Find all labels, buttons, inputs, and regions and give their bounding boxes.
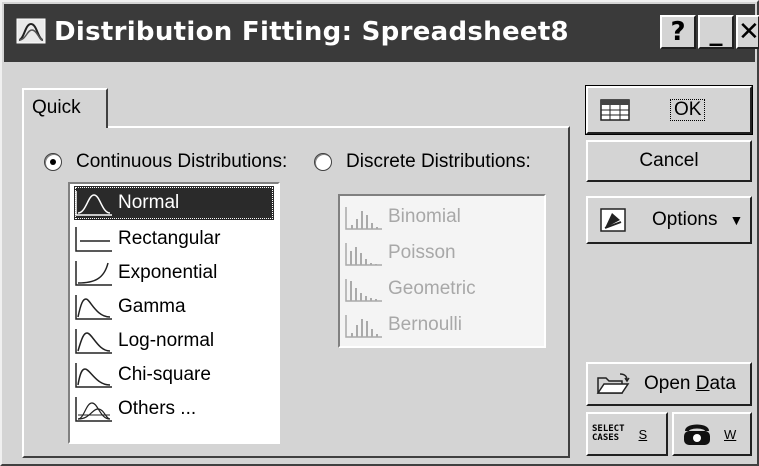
normal-curve-icon <box>75 191 112 216</box>
geometric-bars-icon <box>345 279 382 302</box>
minimize-button[interactable]: _ <box>698 15 734 49</box>
options-button[interactable]: Options ▼ <box>586 196 752 244</box>
others-curves-icon <box>75 397 112 422</box>
open-data-button[interactable]: Open Data <box>586 362 752 406</box>
title-bar[interactable]: Distribution Fitting: Spreadsheet8 ? _ ✕ <box>4 4 759 62</box>
list-item-gamma[interactable]: Gamma <box>74 290 186 324</box>
list-item-log-normal[interactable]: Log-normal <box>74 324 214 358</box>
dropdown-arrow-icon: ▼ <box>729 212 744 228</box>
options-icon <box>600 208 626 232</box>
list-item-label: Log-normal <box>118 330 215 351</box>
lognormal-curve-icon <box>75 329 112 354</box>
radio-indicator[interactable] <box>44 153 62 171</box>
distribution-fitting-icon <box>16 18 46 44</box>
continuous-distributions-radio[interactable]: Continuous Distributions: <box>44 150 287 174</box>
weight-button[interactable]: W <box>672 412 752 456</box>
select-cases-icon: SELECT CASES <box>592 424 625 443</box>
list-item-chi-square[interactable]: Chi-square <box>74 358 211 392</box>
ok-label: OK <box>670 99 706 121</box>
cancel-label: Cancel <box>639 150 699 171</box>
list-item-label: Chi-square <box>118 364 211 385</box>
help-button[interactable]: ? <box>660 15 696 49</box>
list-item-geometric: Geometric <box>344 272 476 306</box>
rectangular-icon <box>75 227 112 252</box>
list-item-label: Normal <box>118 192 180 213</box>
open-folder-icon <box>596 373 630 394</box>
dialog-window: Distribution Fitting: Spreadsheet8 ? _ ✕… <box>0 0 759 466</box>
list-item-binomial: Binomial <box>344 200 461 234</box>
bernoulli-bars-icon <box>345 315 382 338</box>
list-item-label: Geometric <box>388 278 476 299</box>
list-item-label: Others ... <box>118 398 197 419</box>
chisquare-curve-icon <box>75 363 112 388</box>
list-item-label: Gamma <box>118 296 186 317</box>
tab-quick[interactable]: Quick <box>22 88 108 128</box>
continuous-distributions-label: Continuous Distributions: <box>76 151 288 172</box>
gamma-curve-icon <box>75 295 112 320</box>
close-button[interactable]: ✕ <box>736 15 759 49</box>
list-item-rectangular[interactable]: Rectangular <box>74 222 220 256</box>
select-cases-key: S <box>638 426 648 442</box>
discrete-distributions-list: Binomial Poisson Geometric Bernoulli <box>338 194 546 348</box>
list-item-others[interactable]: Others ... <box>74 392 196 426</box>
window-title: Distribution Fitting: Spreadsheet8 <box>54 17 569 47</box>
list-item-label: Poisson <box>388 242 456 263</box>
open-data-label: Open Data <box>644 373 736 394</box>
discrete-distributions-label: Discrete Distributions: <box>346 151 531 172</box>
list-item-label: Exponential <box>118 262 218 283</box>
weight-key: W <box>724 426 737 442</box>
list-item-poisson: Poisson <box>344 236 456 270</box>
cancel-button[interactable]: Cancel <box>586 140 752 182</box>
poisson-bars-icon <box>345 243 382 266</box>
list-item-normal[interactable]: Normal <box>74 186 274 220</box>
list-item-label: Rectangular <box>118 228 221 249</box>
continuous-distributions-list[interactable]: Normal Rectangular Exponential Gamma Log… <box>68 182 280 444</box>
options-label: Options <box>652 209 718 230</box>
list-item-label: Bernoulli <box>388 314 462 335</box>
discrete-distributions-radio[interactable]: Discrete Distributions: <box>314 150 531 174</box>
exponential-curve-icon <box>75 261 112 286</box>
ok-button[interactable]: OK <box>585 85 753 135</box>
spreadsheet-icon <box>600 99 630 121</box>
list-item-bernoulli: Bernoulli <box>344 308 462 342</box>
binomial-bars-icon <box>345 207 382 230</box>
select-cases-button[interactable]: SELECT CASES S <box>586 412 668 456</box>
radio-indicator[interactable] <box>314 153 332 171</box>
list-item-exponential[interactable]: Exponential <box>74 256 217 290</box>
weight-icon <box>684 424 710 445</box>
list-item-label: Binomial <box>388 206 461 227</box>
